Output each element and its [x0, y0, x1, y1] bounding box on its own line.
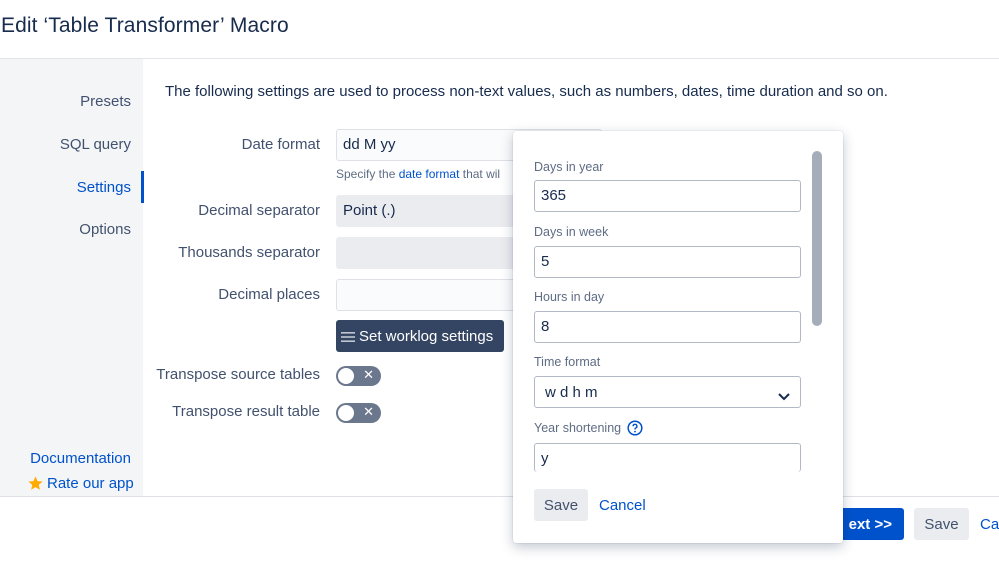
hours-in-day-label: Hours in day — [534, 290, 605, 304]
help-icon[interactable] — [627, 420, 643, 436]
sidebar-item-sql-query[interactable]: SQL query — [60, 136, 131, 153]
transpose-source-toggle[interactable]: ✕ — [336, 366, 381, 386]
decimal-places-label: Decimal places — [218, 286, 320, 303]
popup-cancel-link[interactable]: Cancel — [599, 497, 646, 514]
thousands-separator-label: Thousands separator — [178, 244, 320, 261]
popup-save-button[interactable]: Save — [534, 489, 588, 521]
popup-scrollbar[interactable] — [812, 151, 822, 326]
save-button[interactable]: Save — [914, 508, 969, 540]
sidebar: Presets SQL query Settings Options Docum… — [0, 59, 143, 496]
days-in-week-input[interactable]: 5 — [534, 246, 801, 278]
days-in-week-label: Days in week — [534, 225, 609, 239]
transpose-result-label: Transpose result table — [172, 403, 320, 420]
star-icon — [27, 475, 44, 492]
year-shortening-label: Year shortening — [534, 421, 622, 435]
sidebar-item-presets[interactable]: Presets — [80, 93, 131, 110]
date-format-label: Date format — [241, 136, 320, 153]
chevron-down-icon — [778, 388, 790, 401]
sidebar-item-options[interactable]: Options — [79, 221, 131, 238]
year-shortening-label-row: Year shortening — [534, 420, 643, 436]
transpose-source-label: Transpose source tables — [156, 366, 320, 383]
toggle-knob — [338, 368, 354, 384]
time-format-select[interactable]: w d h m — [534, 376, 801, 408]
documentation-link[interactable]: Documentation — [30, 450, 131, 467]
sidebar-item-settings[interactable]: Settings — [77, 179, 131, 196]
date-format-link[interactable]: date format — [399, 167, 460, 181]
set-worklog-settings-label: Set worklog settings — [359, 327, 494, 345]
active-nav-indicator — [141, 171, 144, 203]
time-format-value: w d h m — [545, 383, 598, 401]
year-shortening-input[interactable]: y — [534, 443, 801, 472]
close-icon: ✕ — [363, 367, 374, 382]
time-format-label: Time format — [534, 355, 601, 369]
rate-app-label: Rate our app — [47, 475, 134, 492]
footer-divider — [0, 496, 999, 497]
settings-intro: The following settings are used to proce… — [165, 83, 888, 100]
worklog-settings-popup: Days in year 365 Days in week 5 Hours in… — [513, 131, 843, 543]
close-icon: ✕ — [363, 404, 374, 419]
cancel-link[interactable]: Car — [980, 516, 999, 533]
hint-text-suffix: that wil — [459, 167, 501, 181]
days-in-year-label: Days in year — [534, 160, 604, 174]
toggle-knob — [338, 405, 354, 421]
days-in-year-input[interactable]: 365 — [534, 180, 801, 212]
hours-in-day-input[interactable]: 8 — [534, 311, 801, 343]
hint-text: Specify the — [336, 167, 399, 181]
transpose-result-toggle[interactable]: ✕ — [336, 403, 381, 423]
rate-app-link[interactable]: Rate our app — [27, 475, 134, 492]
date-format-hint: Specify the date format that wil — [336, 167, 500, 181]
set-worklog-settings-button[interactable]: Set worklog settings — [336, 320, 505, 352]
header-divider — [0, 58, 999, 59]
dialog-title: Edit ‘Table Transformer’ Macro — [1, 14, 289, 37]
decimal-separator-label: Decimal separator — [198, 202, 320, 219]
menu-icon — [341, 330, 355, 342]
